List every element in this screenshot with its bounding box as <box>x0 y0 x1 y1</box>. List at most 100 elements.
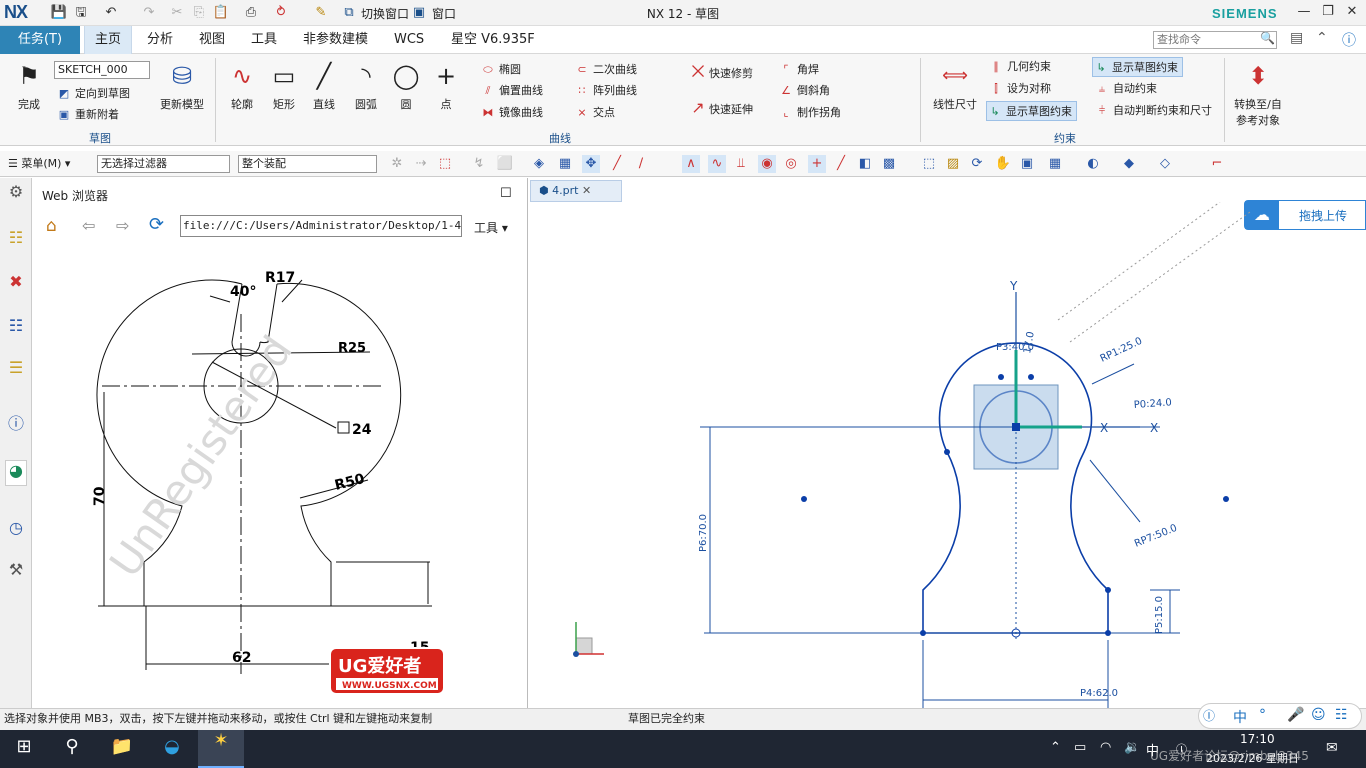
restore-icon[interactable]: ❐ <box>1316 4 1340 22</box>
ifly-icon[interactable]: Ⓘ <box>1203 707 1215 724</box>
help-icon[interactable]: ⓘ <box>1342 30 1356 50</box>
hd3d-info-icon[interactable]: ⓘ <box>5 410 27 436</box>
minimize-icon[interactable]: — <box>1292 4 1316 22</box>
collapse-ribbon-icon[interactable]: ⌃ <box>1316 30 1328 46</box>
render-style-icon[interactable]: ▦ <box>1046 155 1064 173</box>
linear-dimension-button[interactable]: ⟺ 线性尺寸 <box>930 60 980 112</box>
reuse-library-icon[interactable]: ☰ <box>5 358 27 384</box>
snap-center-icon[interactable]: ◉ <box>758 155 776 173</box>
windows-start-icon[interactable]: ⊞ <box>10 736 38 762</box>
sketch-view-icon[interactable]: ⌐ <box>1208 155 1226 173</box>
snap-control-icon[interactable]: ∧ <box>682 155 700 173</box>
fillet-button[interactable]: ⌜ 角焊 <box>778 60 819 80</box>
web-browser-icon[interactable]: ◕ <box>5 460 27 486</box>
command-search-input[interactable]: 查找命令 <box>1153 31 1277 49</box>
settings-gear-icon[interactable]: ⚙ <box>5 182 27 208</box>
view-fit-icon[interactable]: ⬚ <box>920 155 938 173</box>
snap-quadrant-icon[interactable]: ◎ <box>782 155 800 173</box>
intersection-button[interactable]: ⨯ 交点 <box>574 103 615 123</box>
layer-icon[interactable]: ◇ <box>1156 155 1174 173</box>
circle-button[interactable]: ◯ 圆 <box>388 60 424 112</box>
select-faces-icon[interactable]: ◈ <box>530 155 548 173</box>
user-icon[interactable]: ☺ <box>1311 707 1326 723</box>
selection-scope-select[interactable]: 整个装配 <box>238 155 377 173</box>
pattern-curve-button[interactable]: ∷ 阵列曲线 <box>574 81 638 101</box>
sketch-name-select[interactable]: SKETCH_000 <box>54 61 150 79</box>
tab-wcs[interactable]: WCS <box>384 26 434 54</box>
close-icon[interactable]: ✕ <box>1340 4 1364 22</box>
conic-button[interactable]: ⊂ 二次曲线 <box>574 60 637 80</box>
chamfer-button[interactable]: ∠ 倒斜角 <box>778 81 830 101</box>
snap-end-icon[interactable]: ╱ <box>608 155 626 173</box>
tools-menu[interactable]: 工具 ▾ <box>474 219 508 236</box>
orient-view-icon[interactable]: ◆ <box>1120 155 1138 173</box>
tab-view[interactable]: 视图 <box>189 26 235 54</box>
tab-close-icon[interactable]: ✕ <box>582 184 591 197</box>
arc-button[interactable]: ◝ 圆弧 <box>348 60 384 112</box>
show-sketch-constraints-button[interactable]: ↳ 显示草图约束 <box>1092 57 1183 77</box>
battery-icon[interactable]: ▭ <box>1074 740 1086 755</box>
point-button[interactable]: + 点 <box>428 60 464 112</box>
box-select-icon[interactable]: ⬚ <box>436 155 454 173</box>
tab-xingkong[interactable]: 星空 V6.935F <box>441 26 545 54</box>
roles-icon[interactable]: ⚒ <box>5 560 27 586</box>
geometric-constraint-button[interactable]: ∥ 几何约束 <box>988 57 1051 77</box>
make-symmetric-button[interactable]: ⫿ 设为对称 <box>988 79 1051 99</box>
file-explorer-icon[interactable]: 📁 <box>108 736 136 762</box>
line-button[interactable]: ╱ 直线 <box>306 60 342 112</box>
maximize-panel-icon[interactable]: ☐ <box>500 186 512 201</box>
url-input[interactable]: file:///C:/Users/Administrator/Desktop/1… <box>180 215 462 237</box>
snap-bounded-icon[interactable]: ▩ <box>880 155 898 173</box>
part-tab[interactable]: ⬢ 4.prt ✕ <box>530 180 622 202</box>
clock-time[interactable]: 17:10 <box>1240 732 1275 746</box>
quick-extend-button[interactable]: ↗ 快速延伸 <box>690 98 753 124</box>
apps-grid-icon[interactable]: ☷ <box>1335 707 1348 723</box>
ime-toolbar[interactable]: Ⓘ 中 ° 🎤 ☺ ☷ <box>1198 703 1362 729</box>
snap-on-face-icon[interactable]: ◧ <box>856 155 874 173</box>
reattach-button[interactable]: ▣ 重新附着 <box>56 105 119 125</box>
snap-existing-icon[interactable]: + <box>808 155 826 173</box>
snap-on-curve-icon[interactable]: ╱ <box>832 155 850 173</box>
history-icon[interactable]: ◷ <box>5 518 27 544</box>
convert-reference-button[interactable]: ⬍ 转换至/自参考对象 <box>1230 60 1286 128</box>
assembly-navigator-icon[interactable]: ☷ <box>5 228 27 254</box>
task-tab[interactable]: 任务(T) <box>0 26 80 54</box>
view-perspective-icon[interactable]: ▣ <box>1018 155 1036 173</box>
edge-browser-icon[interactable]: ◒ <box>158 736 186 762</box>
tab-home[interactable]: 主页 <box>84 26 133 54</box>
mirror-curve-button[interactable]: ⧓ 镜像曲线 <box>480 103 544 123</box>
back-icon[interactable]: ⇦ <box>82 216 95 235</box>
snap-toggle-icon[interactable]: ✥ <box>582 155 600 173</box>
auto-constrain-button[interactable]: ⫨ 自动约束 <box>1094 79 1157 99</box>
quick-trim-button[interactable]: ⨉ 快速修剪 <box>690 62 753 88</box>
update-model-button[interactable]: ⛁ 更新模型 <box>156 60 208 112</box>
menu-button[interactable]: ☰ 菜单(M) ▾ <box>8 155 70 171</box>
profile-button[interactable]: ∿ 轮廓 <box>224 60 260 112</box>
snap-mid-icon[interactable]: ∕ <box>632 155 650 173</box>
select-bodies-icon[interactable]: ↯ <box>470 155 488 173</box>
search-icon[interactable]: 🔍 <box>1260 31 1275 45</box>
orient-to-sketch-button[interactable]: ◩ 定向到草图 <box>56 84 130 104</box>
view-pan-icon[interactable]: ✋ <box>994 155 1012 173</box>
home-icon[interactable]: ⌂ <box>46 216 57 236</box>
tab-analysis[interactable]: 分析 <box>137 26 183 54</box>
select-body-icon[interactable]: ▦ <box>556 155 574 173</box>
select-arrow-icon[interactable]: ⇢ <box>412 155 430 173</box>
view-zoom-icon[interactable]: ▨ <box>944 155 962 173</box>
part-navigator-icon[interactable]: ☷ <box>5 316 27 342</box>
tray-expand-icon[interactable]: ⌃ <box>1050 740 1061 755</box>
auto-dimension-button[interactable]: ⫩ 自动判断约束和尺寸 <box>1094 101 1212 121</box>
constraint-navigator-icon[interactable]: ✖ <box>5 272 27 298</box>
forward-icon[interactable]: ⇨ <box>116 216 129 235</box>
ribbon-options-icon[interactable]: ▤ <box>1290 30 1303 46</box>
refresh-icon[interactable]: ⟳ <box>149 214 164 235</box>
snap-intersection-icon[interactable]: ⫫ <box>732 155 750 173</box>
feature-select-icon[interactable]: ✲ <box>388 155 406 173</box>
snap-curve-icon[interactable]: ∿ <box>708 155 726 173</box>
search-taskbar-icon[interactable]: ⚲ <box>58 736 86 762</box>
tab-synchronous[interactable]: 非参数建模 <box>293 26 378 54</box>
rectangle-select-icon[interactable]: ⬜ <box>496 155 514 173</box>
view-rotate-icon[interactable]: ⟳ <box>968 155 986 173</box>
network-icon[interactable]: ◠ <box>1100 740 1111 755</box>
volume-icon[interactable]: 🔉 <box>1124 740 1140 755</box>
